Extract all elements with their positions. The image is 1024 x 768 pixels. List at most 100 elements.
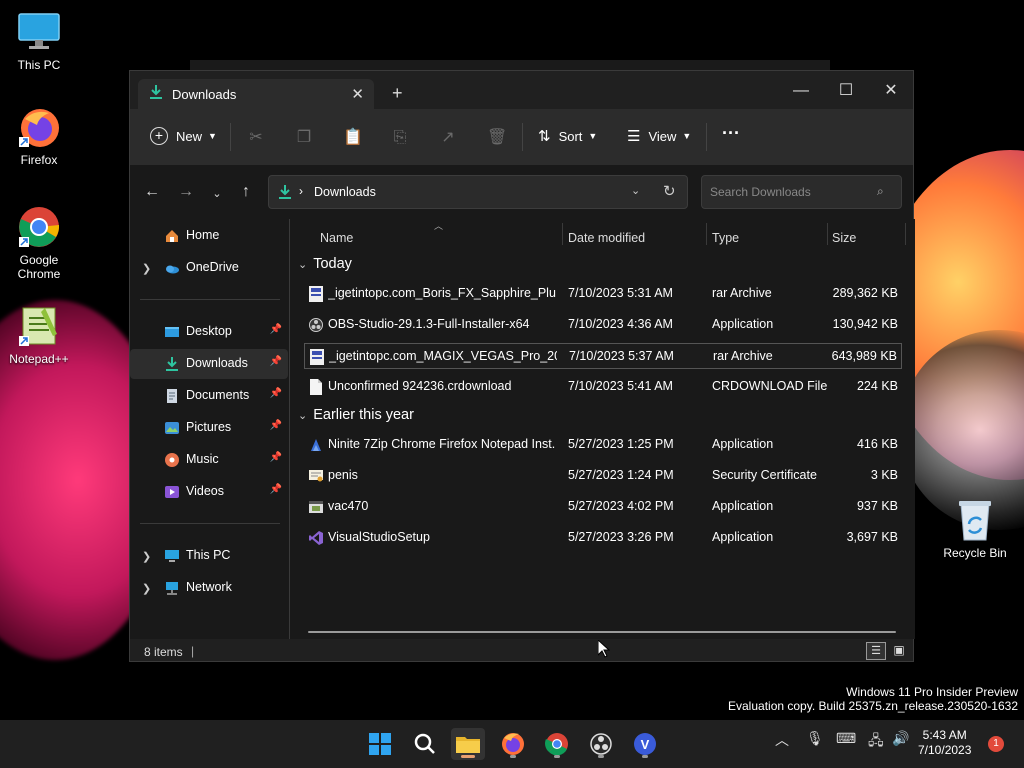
sort-arrow-icon: ︿ [434,221,444,231]
details-view-button[interactable]: ☰ [866,642,886,660]
nav-item-music[interactable]: Music 📌 [130,445,288,475]
file-size: 643,989 KB [831,349,897,363]
expand-chevron-icon[interactable]: ❯ [142,550,151,563]
taskbar-file-explorer[interactable] [451,728,485,760]
search-button[interactable] [408,728,442,760]
expand-chevron-icon[interactable]: ❯ [142,582,151,595]
more-options-button[interactable]: ··· [722,123,740,144]
rename-icon[interactable]: ⎘ [391,129,409,147]
collapse-chevron-icon: ⌄ [298,410,308,422]
start-button[interactable] [363,728,397,760]
column-header-date[interactable]: Date modified [568,231,645,245]
search-icon: ⌕ [877,184,884,198]
file-date: 5/27/2023 1:24 PM [568,468,674,482]
horizontal-scrollbar[interactable] [308,631,896,633]
nav-item-downloads[interactable]: Downloads 📌 [130,349,288,379]
file-date: 5/27/2023 1:25 PM [568,437,674,451]
file-row[interactable]: Unconfirmed 924236.crdownload 7/10/2023 … [304,374,902,400]
item-count: 8 items [144,645,183,659]
file-name: penis [328,468,358,482]
show-hidden-icons-chevron[interactable]: ︿ [775,730,789,750]
new-button[interactable]: + New ▼ [150,127,217,145]
back-button[interactable]: ← [142,183,162,201]
nav-item-onedrive[interactable]: ❯ OneDrive [130,253,288,283]
file-date: 7/10/2023 4:36 AM [568,317,673,331]
file-row[interactable]: OBS-Studio-29.1.3-Full-Installer-x64 7/1… [304,312,902,338]
minimize-button[interactable]: — [778,77,824,105]
group-header-earlier-this-year[interactable]: ⌄ Earlier this year [298,407,414,423]
notification-badge[interactable]: 1 [988,736,1004,752]
file-row[interactable]: _igetintopc.com_Boris_FX_Sapphire_Plug..… [304,281,902,307]
view-icon: ☰ [627,128,641,145]
file-row[interactable]: penis 5/27/2023 1:24 PM Security Certifi… [304,463,902,489]
cut-icon[interactable]: ✂ [247,129,265,147]
recent-locations-button[interactable]: ⌄ [207,187,227,200]
ninite-icon [309,437,323,453]
network-status-icon[interactable]: 🖧 [868,730,884,754]
nav-item-documents[interactable]: Documents 📌 [130,381,288,411]
taskbar-vegas[interactable]: V [628,728,662,760]
share-icon[interactable]: ↗ [439,129,457,147]
desktop-icon-firefox[interactable]: Firefox [2,105,76,167]
nav-item-pictures[interactable]: Pictures 📌 [130,413,288,443]
taskbar-clock[interactable]: 5:43 AM 7/10/2023 [918,728,971,758]
nav-item-home[interactable]: Home [130,221,288,251]
close-tab-icon[interactable]: ✕ [351,85,364,103]
sort-button[interactable]: ⇅ Sort ▼ [538,127,597,145]
copy-icon[interactable]: ❐ [295,129,313,147]
file-row-selected[interactable]: _igetintopc.com_MAGIX_VEGAS_Pro_20_... 7… [304,343,902,369]
tiles-view-button[interactable]: ▣ [890,642,908,658]
nav-item-desktop[interactable]: Desktop 📌 [130,317,288,347]
desktop-icon-notepadpp[interactable]: Notepad++ [2,304,76,366]
file-row[interactable]: VisualStudioSetup 5/27/2023 3:26 PM Appl… [304,525,902,551]
file-row[interactable]: Ninite 7Zip Chrome Firefox Notepad Inst.… [304,432,902,458]
file-size: 3 KB [870,468,898,482]
taskbar-firefox[interactable] [496,728,530,760]
pin-icon: 📌 [269,388,282,399]
address-path: Downloads [314,185,376,199]
app-icon [309,499,323,515]
delete-icon[interactable]: 🗑 [487,129,507,147]
download-icon [148,84,164,105]
expand-chevron-icon[interactable]: ❯ [142,262,151,275]
volume-icon[interactable]: 🔊 [892,730,909,747]
column-header-name[interactable]: Name [320,231,353,245]
desktop-icon-label: Google Chrome [17,253,61,281]
close-window-button[interactable]: ✕ [868,77,914,105]
address-dropdown-icon[interactable]: ⌄ [631,184,640,197]
nav-item-videos[interactable]: Videos 📌 [130,477,288,507]
refresh-icon[interactable]: ↻ [663,182,676,200]
taskbar-obs[interactable] [584,728,618,760]
watermark-line2: Evaluation copy. Build 25375.zn_release.… [728,699,1018,713]
pin-icon: 📌 [269,356,282,367]
chrome-icon [17,205,61,249]
file-row[interactable]: vac470 5/27/2023 4:02 PM Application 937… [304,494,902,520]
file-size: 416 KB [856,437,898,451]
file-type: CRDOWNLOAD File [712,379,828,393]
chevron-down-icon: ▼ [588,131,598,141]
nav-item-network[interactable]: ❯ Network [130,573,288,603]
tab-downloads[interactable]: Downloads ✕ [138,79,374,109]
keyboard-icon[interactable]: ⌨ [836,730,856,747]
maximize-button[interactable]: ☐ [823,77,869,105]
forward-button[interactable]: → [176,183,196,201]
column-header-size[interactable]: Size [832,231,856,245]
up-button[interactable]: ↑ [236,183,256,201]
group-header-today[interactable]: ⌄ Today [298,256,352,272]
nav-label: Documents [186,388,250,402]
new-tab-button[interactable]: + [392,83,403,104]
desktop-icon-recycle-bin[interactable]: Recycle Bin [938,498,1012,560]
desktop-icon-chrome[interactable]: Google Chrome [2,205,76,281]
microphone-icon[interactable]: 🎙 [806,730,824,747]
address-bar[interactable]: › Downloads ⌄ ↻ [268,175,688,209]
search-box[interactable]: Search Downloads ⌕ [701,175,902,209]
taskbar-chrome[interactable] [540,728,574,760]
rar-icon [310,349,324,365]
nav-item-this-pc[interactable]: ❯ This PC [130,541,288,571]
view-button[interactable]: ☰ View ▼ [627,127,691,145]
column-header-type[interactable]: Type [712,231,739,245]
desktop-icon-this-pc[interactable]: This PC [2,10,76,72]
file-name: VisualStudioSetup [328,530,430,544]
paste-icon[interactable]: 📋 [343,129,363,147]
monitor-icon [17,10,61,54]
